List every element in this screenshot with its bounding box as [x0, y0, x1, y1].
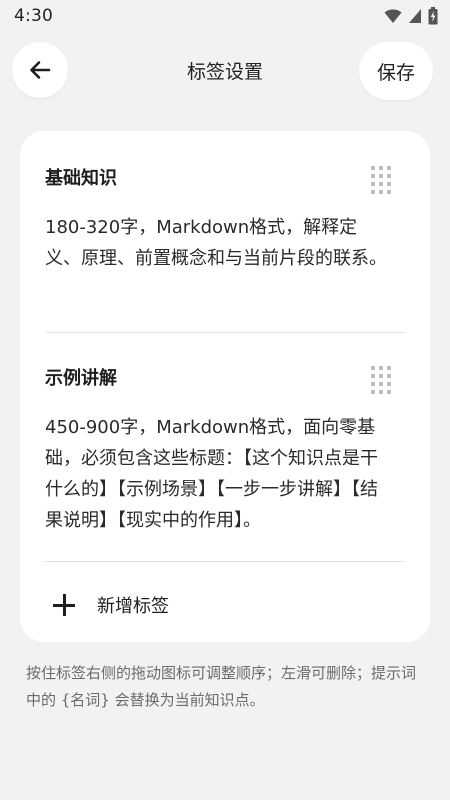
signal-icon — [409, 9, 421, 23]
tag-list-card: 基础知识 180-320字，Markdown格式，解释定义、原理、前置概念和与当… — [20, 131, 430, 642]
save-button[interactable]: 保存 — [359, 42, 433, 100]
back-button[interactable] — [12, 42, 68, 98]
plus-icon — [53, 594, 75, 616]
tag-item[interactable]: 基础知识 180-320字，Markdown格式，解释定义、原理、前置概念和与当… — [45, 163, 405, 274]
tag-prompt: 450-900字，Markdown格式，面向零基础，必须包含这些标题：【这个知识… — [45, 417, 378, 531]
tag-name: 示例讲解 — [45, 368, 117, 389]
status-bar: 4:30 — [0, 0, 450, 32]
add-tag-button[interactable]: 新增标签 — [45, 581, 405, 629]
divider — [45, 332, 405, 333]
drag-handle-icon[interactable] — [371, 166, 393, 194]
drag-handle-icon[interactable] — [371, 366, 393, 394]
divider — [45, 561, 405, 562]
header: 标签设置 保存 — [0, 42, 450, 100]
tag-item[interactable]: 示例讲解 450-900字，Markdown格式，面向零基础，必须包含这些标题：… — [45, 363, 405, 536]
add-tag-label: 新增标签 — [97, 596, 169, 617]
wifi-icon — [384, 9, 402, 23]
hint-text: 按住标签右侧的拖动图标可调整顺序；左滑可删除；提示词中的 {名词} 会替换为当前… — [26, 664, 417, 709]
tag-prompt: 180-320字，Markdown格式，解释定义、原理、前置概念和与当前片段的联… — [45, 217, 387, 269]
battery-charging-icon — [428, 7, 438, 25]
status-icons — [384, 7, 438, 25]
status-time: 4:30 — [14, 6, 53, 26]
tag-name: 基础知识 — [45, 168, 117, 189]
arrow-left-icon — [30, 61, 51, 79]
